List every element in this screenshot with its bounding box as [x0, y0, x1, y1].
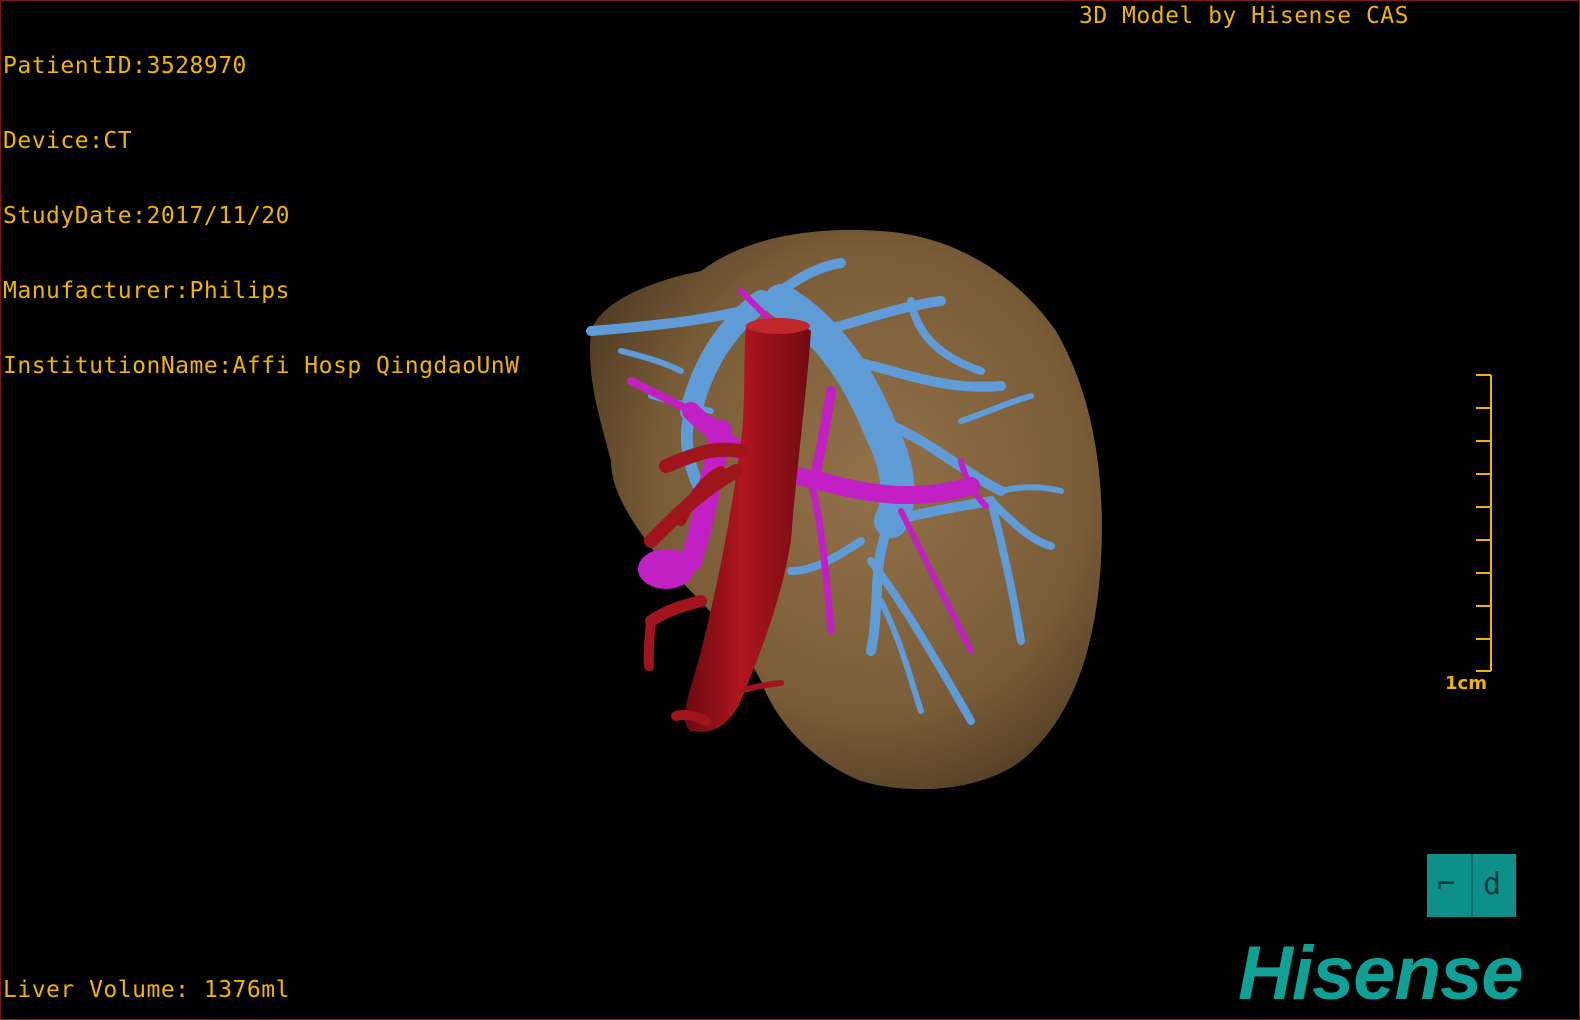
manufacturer-text: Manufacturer:Philips [3, 278, 290, 304]
hisense-logo: Hisense [1238, 931, 1523, 1016]
portal-confluence [638, 549, 694, 589]
model-credit-text: 3D Model by Hisense CAS [1079, 3, 1409, 29]
orientation-cube-button[interactable]: ⌐ d [1427, 854, 1516, 917]
orientation-right-glyph-icon: d [1483, 867, 1502, 902]
patient-info-overlay: PatientID:3528970 Device:CT StudyDate:20… [3, 4, 520, 429]
institution-text: InstitutionName:Affi Hosp QingdaoUnW [3, 353, 520, 379]
liver-surface [590, 230, 1102, 790]
scale-bar [1476, 374, 1492, 672]
device-text: Device:CT [3, 128, 133, 154]
study-date-text: StudyDate:2017/11/20 [3, 203, 290, 229]
orientation-cube-divider [1471, 854, 1473, 917]
scale-bar-label: 1cm [1445, 673, 1487, 694]
patient-id-text: PatientID:3528970 [3, 53, 247, 79]
orientation-left-glyph-icon: ⌐ [1437, 867, 1456, 902]
liver-volume-text: Liver Volume: 1376ml [3, 977, 290, 1003]
3d-viewer-viewport[interactable]: PatientID:3528970 Device:CT StudyDate:20… [0, 0, 1580, 1020]
